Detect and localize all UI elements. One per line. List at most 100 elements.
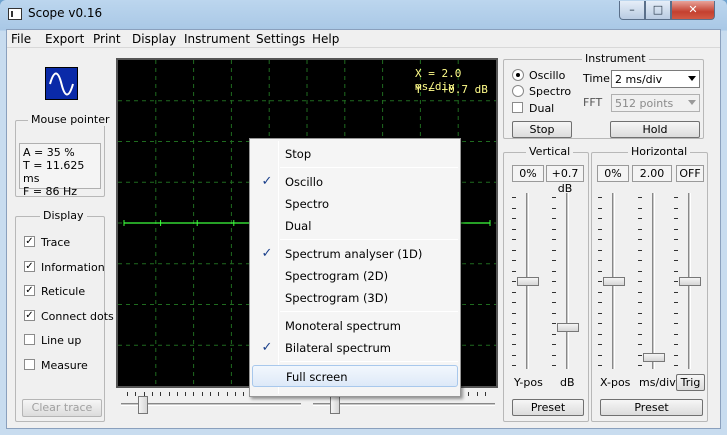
app-icon xyxy=(8,8,22,20)
ctx-item-spectrogram-2d[interactable]: Spectrogram (2D) xyxy=(252,265,458,287)
scope-position-thumb[interactable] xyxy=(138,396,148,414)
menu-separator xyxy=(280,361,458,362)
vertical-preset-button[interactable]: Preset xyxy=(512,399,584,416)
context-menu: Stop ✓ Oscillo Spectro Dual ✓ Spectrum analyse… xyxy=(249,138,461,397)
ctx-item-bilateral-spectrum[interactable]: ✓ Bilateral spectrum xyxy=(252,337,458,359)
hold-button[interactable]: Hold xyxy=(610,121,700,138)
ctx-item-label: Bilateral spectrum xyxy=(285,341,391,355)
window-title: Scope v0.16 xyxy=(28,6,103,20)
readout-frequency: F = 86 Hz xyxy=(23,185,78,198)
msdiv-thumb[interactable] xyxy=(643,353,665,363)
fft-select[interactable]: 512 points xyxy=(611,94,700,112)
ctx-item-oscillo[interactable]: ✓ Oscillo xyxy=(252,171,458,193)
msdiv-slider[interactable] xyxy=(638,193,665,369)
vertical-group: Vertical 0% +0.7 dB Y-pos dB Preset xyxy=(503,145,589,422)
sine-logo-icon xyxy=(45,67,78,100)
chevron-down-icon xyxy=(688,76,696,81)
horizontal-preset-button[interactable]: Preset xyxy=(600,399,703,416)
db-slider[interactable] xyxy=(552,193,579,369)
measure-label: Measure xyxy=(41,358,88,372)
instrument-group: Instrument Oscillo Spectro Dual Time 2 m… xyxy=(503,52,704,139)
scope-position-slider[interactable] xyxy=(121,392,301,418)
ypos-slider[interactable] xyxy=(512,193,539,369)
trace-label: Trace xyxy=(41,236,71,249)
db-value: +0.7 dB xyxy=(546,165,584,195)
db-thumb[interactable] xyxy=(557,323,579,333)
scope-zoom-slider[interactable] xyxy=(313,392,495,418)
ctx-item-label: Oscillo xyxy=(285,175,323,189)
xpos-label: X-pos xyxy=(600,376,631,389)
menu-help[interactable]: Help xyxy=(312,32,339,46)
title-bar[interactable]: Scope v0.16 – □ ✕ xyxy=(0,0,727,29)
ctx-item-stop[interactable]: Stop xyxy=(252,143,458,165)
ctx-item-monoteral-spectrum[interactable]: Monoteral spectrum xyxy=(252,315,458,337)
menu-separator xyxy=(280,311,458,312)
app-window: Scope v0.16 – □ ✕ File Export Print Disp… xyxy=(0,0,727,435)
radio-spectro-label: Spectro xyxy=(529,85,572,98)
ctx-item-dual[interactable]: Dual xyxy=(252,215,458,237)
ctx-item-full-screen[interactable]: Full screen xyxy=(252,365,458,387)
menu-settings[interactable]: Settings xyxy=(256,32,305,46)
close-button[interactable]: ✕ xyxy=(671,1,715,20)
measure-checkbox[interactable] xyxy=(24,358,35,370)
menu-separator xyxy=(280,239,458,240)
horizontal-title: Horizontal xyxy=(628,145,691,158)
check-icon: ✓ xyxy=(261,246,273,261)
scope-zoom-thumb[interactable] xyxy=(330,396,341,414)
time-select-value: 2 ms/div xyxy=(615,73,663,86)
menu-instrument[interactable]: Instrument xyxy=(184,32,250,46)
time-select[interactable]: 2 ms/div xyxy=(611,70,700,88)
mouse-readout: A = 35 % T = 11.625 ms F = 86 Hz xyxy=(19,143,101,198)
minimize-button[interactable]: – xyxy=(619,1,645,20)
vertical-title: Vertical xyxy=(526,145,574,158)
information-label: Information xyxy=(41,260,105,274)
clear-trace-button[interactable]: Clear trace xyxy=(22,399,102,417)
maximize-button[interactable]: □ xyxy=(645,1,671,20)
y-scale-info: Y = +0.7 dB xyxy=(415,83,488,96)
ctx-item-spectrum-analyser-1d[interactable]: ✓ Spectrum analyser (1D) xyxy=(252,243,458,265)
menu-file[interactable]: File xyxy=(11,32,31,46)
display-title: Display xyxy=(40,209,87,222)
readout-amplitude: A = 35 % xyxy=(23,146,75,159)
xpos-value: 0% xyxy=(597,165,629,182)
trig-thumb[interactable] xyxy=(679,276,701,286)
menu-export[interactable]: Export xyxy=(45,32,84,46)
ypos-thumb[interactable] xyxy=(517,276,539,286)
line-up-label: Line up xyxy=(41,334,82,347)
client-area: File Export Print Display Instrument Set… xyxy=(6,29,721,429)
instrument-title: Instrument xyxy=(582,52,649,65)
horizontal-group: Horizontal 0% 2.00 OFF X-pos ms/div Trig… xyxy=(591,145,708,422)
xpos-thumb[interactable] xyxy=(603,276,625,286)
menu-print[interactable]: Print xyxy=(93,32,121,46)
radio-oscillo[interactable] xyxy=(512,69,524,81)
line-up-checkbox[interactable] xyxy=(24,334,35,345)
ctx-item-label: Spectrogram (3D) xyxy=(285,291,389,305)
ctx-item-spectrogram-3d[interactable]: Spectrogram (3D) xyxy=(252,287,458,309)
ctx-item-label: Full screen xyxy=(286,370,348,384)
trig-slider[interactable] xyxy=(674,193,701,369)
reticule-checkbox[interactable]: ✓ xyxy=(24,285,35,296)
ypos-value: 0% xyxy=(512,165,544,182)
stop-button[interactable]: Stop xyxy=(512,121,572,138)
menu-separator xyxy=(280,167,458,168)
dual-checkbox[interactable] xyxy=(512,102,523,113)
radio-spectro[interactable] xyxy=(512,85,524,97)
trace-checkbox[interactable]: ✓ xyxy=(24,236,35,247)
ctx-item-label: Stop xyxy=(285,147,312,161)
menu-bar: File Export Print Display Instrument Set… xyxy=(7,30,720,48)
radio-oscillo-label: Oscillo xyxy=(529,69,566,82)
trig-value: OFF xyxy=(676,165,704,182)
msdiv-label: ms/div xyxy=(639,376,676,389)
connect-dots-checkbox[interactable]: ✓ xyxy=(24,309,35,321)
reticule-label: Reticule xyxy=(41,285,86,298)
ctx-item-label: Monoteral spectrum xyxy=(285,319,401,333)
information-checkbox[interactable]: ✓ xyxy=(24,260,35,272)
time-label: Time xyxy=(583,72,610,85)
ctx-item-label: Spectrogram (2D) xyxy=(285,269,389,283)
ctx-item-spectro[interactable]: Spectro xyxy=(252,193,458,215)
trig-button[interactable]: Trig xyxy=(676,374,705,391)
xpos-slider[interactable] xyxy=(598,193,625,369)
display-group: Display ✓ Trace ✓ Information ✓ Reticule ✓ Conn… xyxy=(15,209,114,422)
menu-display[interactable]: Display xyxy=(132,32,176,46)
db-label: dB xyxy=(560,376,575,389)
